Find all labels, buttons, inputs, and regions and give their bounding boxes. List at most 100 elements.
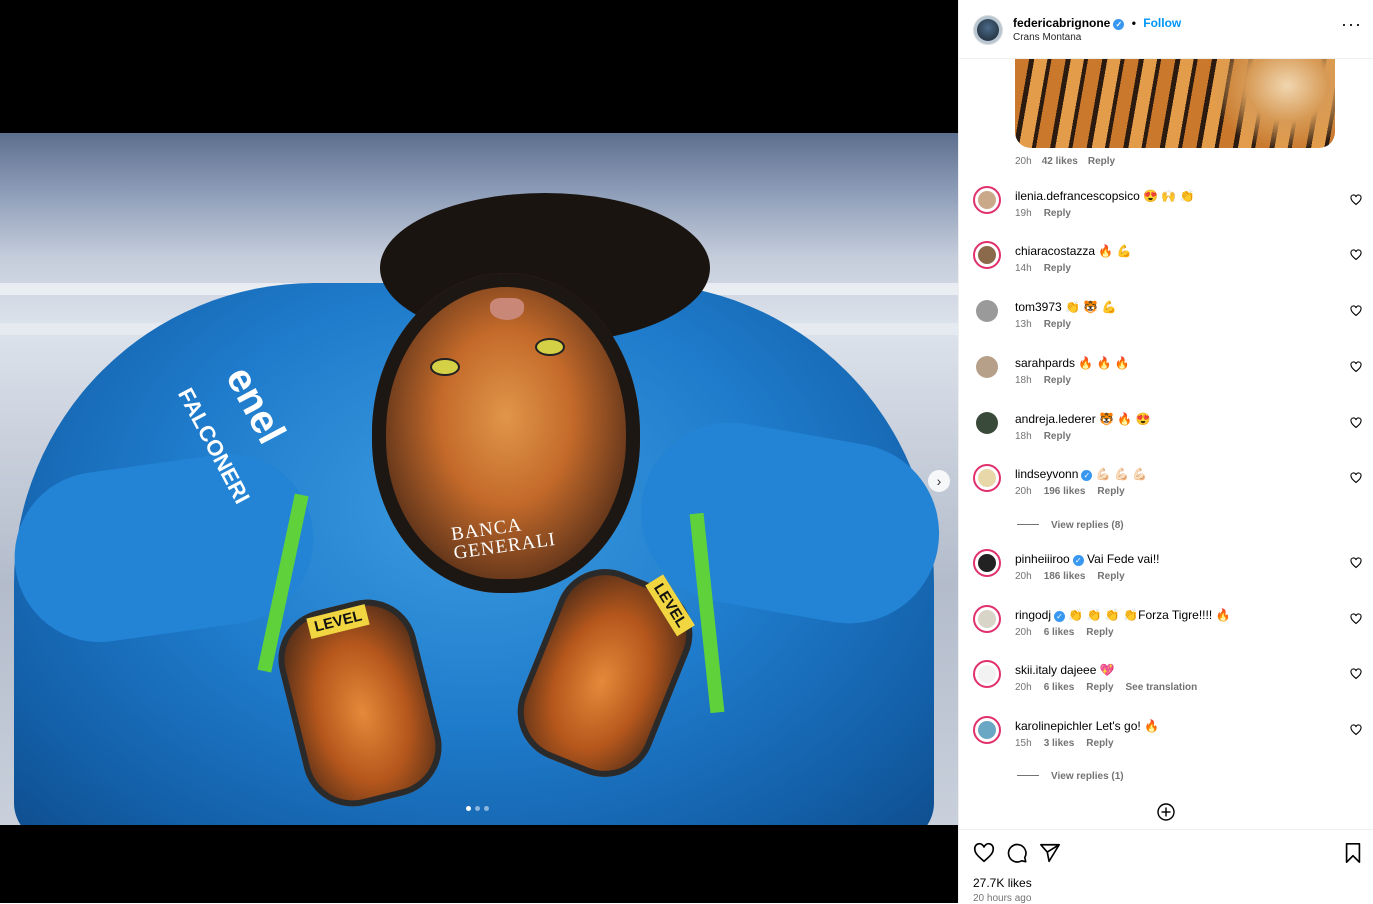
follow-button[interactable]: Follow <box>1143 16 1181 30</box>
author-avatar[interactable] <box>973 15 1003 45</box>
comment-meta: 13h Reply <box>1015 319 1083 330</box>
comment-like-heart-icon[interactable] <box>1350 613 1362 625</box>
reply-button[interactable]: Reply <box>1086 682 1113 693</box>
see-translation-button[interactable]: See translation <box>1126 682 1198 693</box>
commenter-username[interactable]: skii.italy <box>1015 663 1057 677</box>
share-icon[interactable] <box>1039 842 1061 864</box>
comments-list[interactable]: 20h 42 likes Reply ilenia.defrancescopsi… <box>959 59 1373 829</box>
commenter-avatar[interactable] <box>973 297 1001 325</box>
comment-like-heart-icon[interactable] <box>1350 472 1362 484</box>
comment-text: karolinepichler Let's go! 🔥 <box>1015 719 1159 733</box>
post-timestamp[interactable]: 20 hours ago <box>973 893 1031 904</box>
more-options-icon[interactable]: ··· <box>1341 14 1362 35</box>
avatar-image <box>976 412 998 434</box>
comment-row: lindseyvonn ✓ 💪🏻 💪🏻 💪🏻 20h 196 likes Reply <box>959 464 1373 514</box>
post-header: federicabrignone ✓ • Follow Crans Montana… <box>959 0 1373 59</box>
comment-like-heart-icon[interactable] <box>1350 249 1362 261</box>
avatar-image <box>976 300 998 322</box>
comment-text: lindseyvonn ✓ 💪🏻 💪🏻 💪🏻 <box>1015 467 1147 481</box>
post-likes-count[interactable]: 27.7K likes <box>973 876 1032 890</box>
commenter-avatar[interactable] <box>973 660 1001 688</box>
avatar-image <box>978 610 996 628</box>
commenter-username[interactable]: tom3973 <box>1015 300 1062 314</box>
carousel-dot <box>484 806 489 811</box>
reply-button[interactable]: Reply <box>1044 431 1071 442</box>
comment-like-heart-icon[interactable] <box>1350 361 1362 373</box>
reply-button[interactable]: Reply <box>1088 156 1115 167</box>
view-replies-label: View replies (8) <box>1051 520 1124 531</box>
view-replies-label: View replies (1) <box>1051 771 1124 782</box>
like-heart-icon[interactable] <box>973 842 995 864</box>
comment-time: 20h <box>1015 156 1032 167</box>
carousel-indicator <box>466 806 489 811</box>
view-replies-button[interactable]: View replies (8) <box>1017 520 1124 531</box>
save-bookmark-icon[interactable] <box>1342 842 1364 864</box>
commenter-username[interactable]: andreja.lederer <box>1015 412 1096 426</box>
reply-button[interactable]: Reply <box>1097 486 1124 497</box>
comment-likes[interactable]: 42 likes <box>1042 156 1078 167</box>
comment-like-heart-icon[interactable] <box>1350 557 1362 569</box>
post-photo[interactable]: BANCA GENERALI enel FALCONERI LEVEL LEVE… <box>0 133 958 825</box>
commenter-avatar[interactable] <box>973 464 1001 492</box>
comment-time: 15h <box>1015 738 1032 749</box>
carousel-dot <box>475 806 480 811</box>
reply-button[interactable]: Reply <box>1044 208 1071 219</box>
comment-meta: 14h Reply <box>1015 263 1083 274</box>
commenter-username[interactable]: sarahpards <box>1015 356 1075 370</box>
commenter-username[interactable]: karolinepichler <box>1015 719 1092 733</box>
comment-time: 13h <box>1015 319 1032 330</box>
reply-button[interactable]: Reply <box>1086 627 1113 638</box>
comment-like-heart-icon[interactable] <box>1350 417 1362 429</box>
comment-icon[interactable] <box>1006 842 1028 864</box>
comment-likes[interactable]: 6 likes <box>1044 627 1075 638</box>
commenter-avatar[interactable] <box>973 549 1001 577</box>
carousel-next-button[interactable]: › <box>928 470 950 492</box>
comment-row: ilenia.defrancescopsico 😍 🙌 👏 19h Reply <box>959 186 1373 236</box>
author-username[interactable]: federicabrignone ✓ • Follow <box>1013 16 1181 30</box>
comment-likes[interactable]: 3 likes <box>1044 738 1075 749</box>
comment-image[interactable] <box>1015 59 1335 148</box>
comment-row: karolinepichler Let's go! 🔥 15h 3 likes Rep… <box>959 716 1373 766</box>
commenter-username[interactable]: ringodj <box>1015 608 1051 622</box>
comment-like-heart-icon[interactable] <box>1350 668 1362 680</box>
post-actions: 27.7K likes 20 hours ago <box>959 829 1373 904</box>
reply-button[interactable]: Reply <box>1044 375 1071 386</box>
commenter-username[interactable]: chiaracostazza <box>1015 244 1095 258</box>
post-sidebar: federicabrignone ✓ • Follow Crans Montana… <box>958 0 1373 904</box>
post-location[interactable]: Crans Montana <box>1013 32 1081 43</box>
comment-like-heart-icon[interactable] <box>1350 194 1362 206</box>
commenter-avatar[interactable] <box>973 241 1001 269</box>
commenter-avatar[interactable] <box>973 409 1001 437</box>
reply-button[interactable]: Reply <box>1097 571 1124 582</box>
reply-button[interactable]: Reply <box>1044 319 1071 330</box>
commenter-username[interactable]: ilenia.defrancescopsico <box>1015 189 1140 203</box>
reply-button[interactable]: Reply <box>1086 738 1113 749</box>
commenter-username[interactable]: pinheiiiroo <box>1015 552 1070 566</box>
avatar-image <box>978 554 996 572</box>
post-media: BANCA GENERALI enel FALCONERI LEVEL LEVE… <box>0 0 958 903</box>
comment-body: 🐯 🔥 😍 <box>1095 412 1151 426</box>
comment-time: 18h <box>1015 431 1032 442</box>
comment-time: 14h <box>1015 263 1032 274</box>
comment-like-heart-icon[interactable] <box>1350 724 1362 736</box>
comment-meta: 18h Reply <box>1015 431 1083 442</box>
comment-like-heart-icon[interactable] <box>1350 305 1362 317</box>
comment-row: ringodj ✓ 👏 👏 👏 👏Forza Tigre!!!! 🔥 20h 6 li… <box>959 605 1373 655</box>
comment-likes[interactable]: 196 likes <box>1044 486 1086 497</box>
comment-body: Let's go! 🔥 <box>1092 719 1159 733</box>
commenter-avatar[interactable] <box>973 353 1001 381</box>
commenter-avatar[interactable] <box>973 186 1001 214</box>
comment-likes[interactable]: 186 likes <box>1044 571 1086 582</box>
reply-button[interactable]: Reply <box>1044 263 1071 274</box>
comment-body: Vai Fede vai!! <box>1083 552 1160 566</box>
comment-text: skii.italy dajeee 💖 <box>1015 663 1115 677</box>
comment-text: tom3973 👏 🐯 💪 <box>1015 300 1117 314</box>
comment-time: 20h <box>1015 486 1032 497</box>
load-more-comments-icon[interactable] <box>1157 803 1175 821</box>
commenter-avatar[interactable] <box>973 716 1001 744</box>
comment-likes[interactable]: 6 likes <box>1044 682 1075 693</box>
view-replies-button[interactable]: View replies (1) <box>1017 771 1124 782</box>
commenter-username[interactable]: lindseyvonn <box>1015 467 1078 481</box>
commenter-avatar[interactable] <box>973 605 1001 633</box>
helmet-eye <box>430 358 460 376</box>
